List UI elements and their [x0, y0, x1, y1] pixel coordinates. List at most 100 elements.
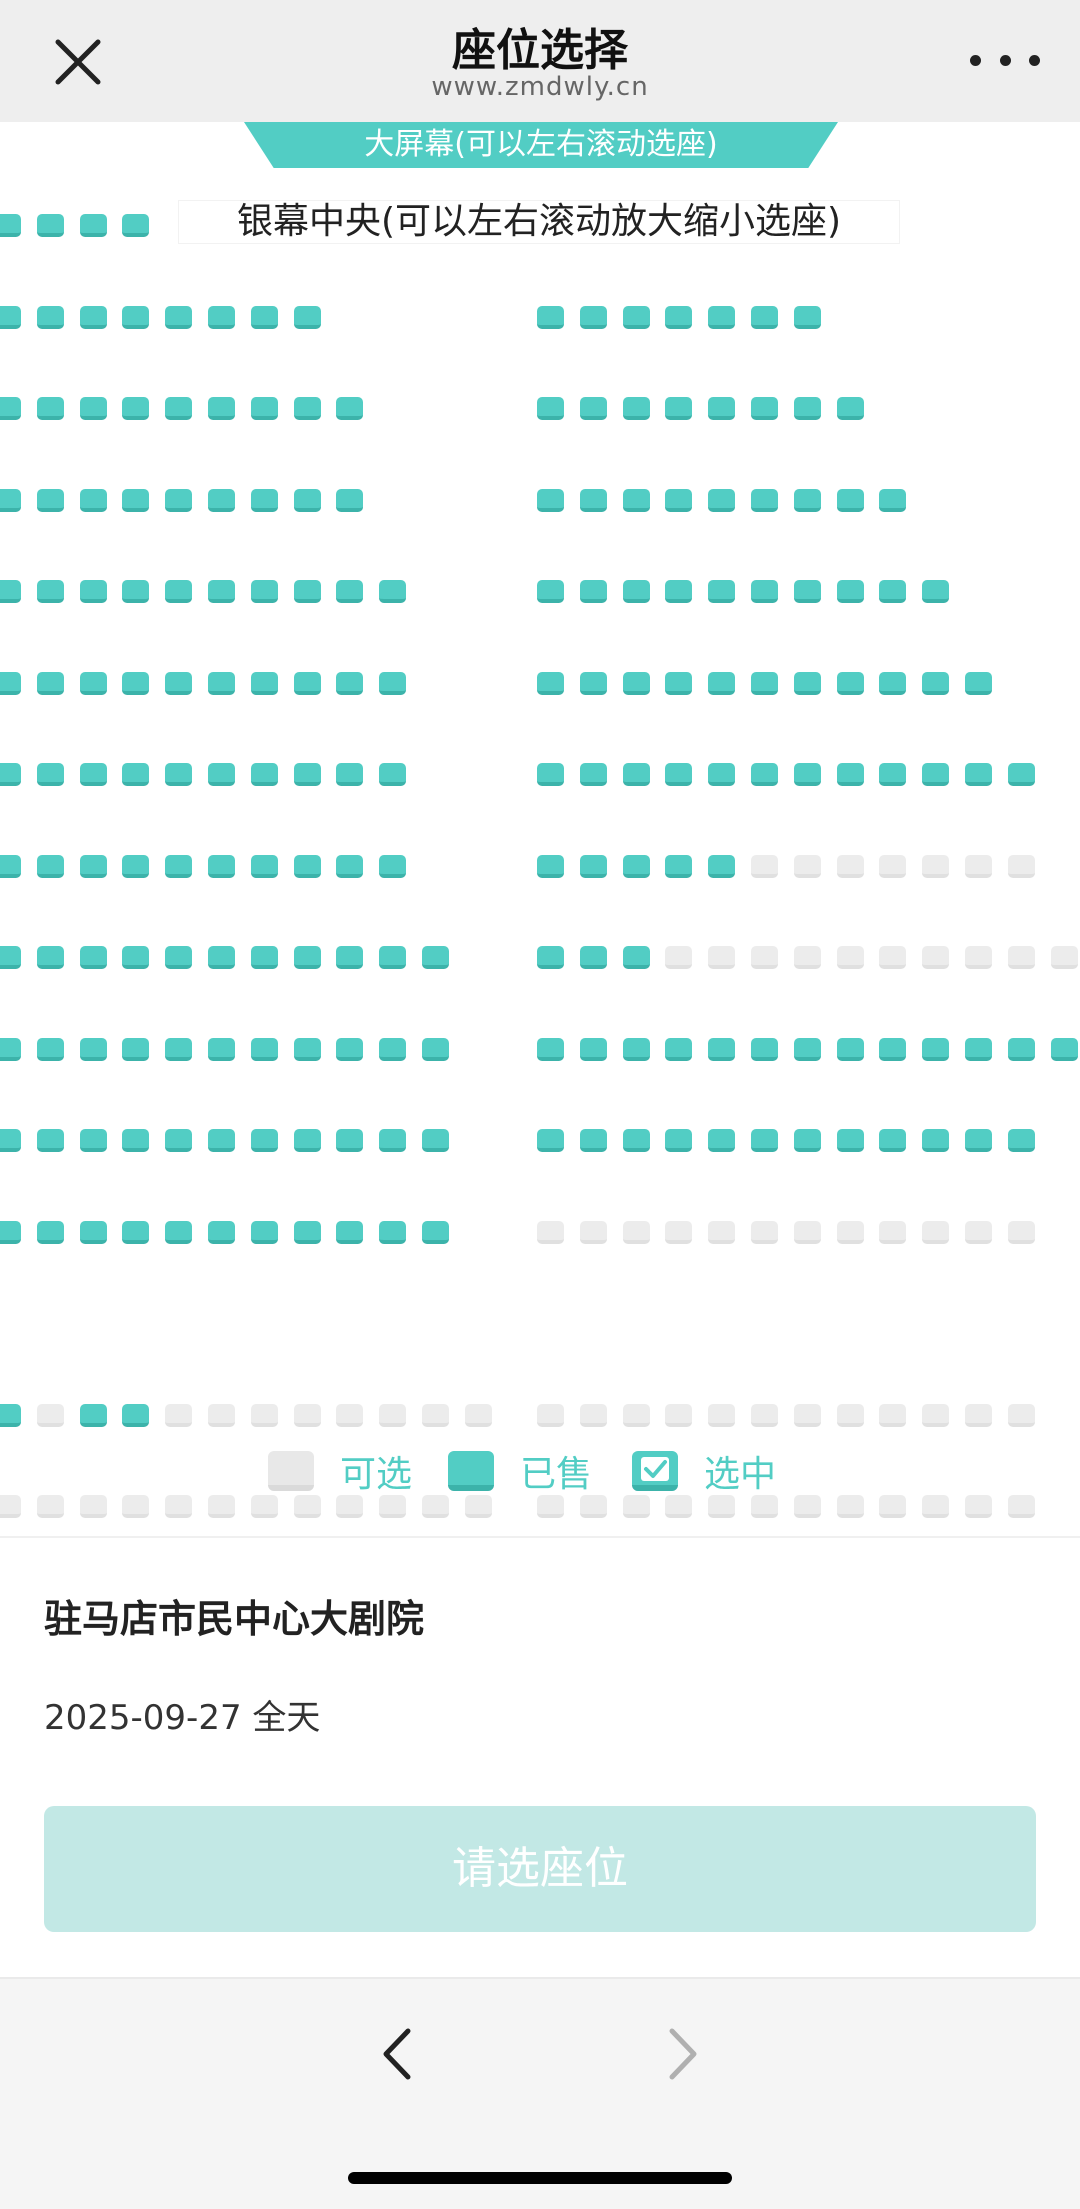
seat-available[interactable]: [622, 397, 650, 420]
seat-available[interactable]: [336, 1129, 364, 1152]
seat-available[interactable]: [751, 763, 778, 786]
seat-available[interactable]: [0, 1220, 21, 1244]
seat-available[interactable]: [336, 854, 364, 878]
seat-available[interactable]: [250, 854, 278, 878]
seat-available[interactable]: [208, 397, 235, 420]
seat-map[interactable]: [0, 122, 1080, 1532]
seat-available[interactable]: [579, 305, 607, 329]
seat-available[interactable]: [293, 397, 321, 420]
seat-available[interactable]: [336, 397, 364, 420]
seat-available[interactable]: [250, 671, 278, 695]
seat-available[interactable]: [579, 1129, 607, 1152]
seat-available[interactable]: [708, 1037, 736, 1061]
seat-available[interactable]: [293, 671, 321, 695]
seat-available[interactable]: [165, 397, 193, 420]
seat-available[interactable]: [793, 1129, 821, 1152]
seat-available[interactable]: [379, 580, 407, 603]
seat-available[interactable]: [79, 763, 107, 786]
seat-available[interactable]: [36, 854, 64, 878]
seat-available[interactable]: [708, 580, 736, 603]
seat-available[interactable]: [336, 763, 364, 786]
seat-available[interactable]: [793, 671, 821, 695]
select-seat-button[interactable]: 请选座位: [44, 1806, 1036, 1932]
seat-available[interactable]: [622, 763, 650, 786]
seat-available[interactable]: [208, 1037, 235, 1061]
seat-available[interactable]: [793, 1037, 821, 1061]
seat-available[interactable]: [293, 946, 321, 969]
seat-available[interactable]: [379, 1220, 407, 1244]
chevron-right-icon[interactable]: [650, 2019, 710, 2089]
seat-available[interactable]: [836, 1037, 864, 1061]
seat-available[interactable]: [122, 305, 150, 329]
seat-available[interactable]: [122, 580, 150, 603]
seat-available[interactable]: [293, 1129, 321, 1152]
seat-available[interactable]: [793, 763, 821, 786]
seat-available[interactable]: [793, 488, 821, 512]
seat-available[interactable]: [36, 671, 64, 695]
seat-available[interactable]: [1007, 1037, 1035, 1061]
seat-available[interactable]: [336, 580, 364, 603]
seat-available[interactable]: [708, 763, 736, 786]
seat-available[interactable]: [0, 763, 21, 786]
seat-available[interactable]: [165, 305, 193, 329]
seat-available[interactable]: [0, 946, 21, 969]
seat-available[interactable]: [922, 1129, 950, 1152]
seat-available[interactable]: [836, 488, 864, 512]
seat-available[interactable]: [165, 1220, 193, 1244]
seat-available[interactable]: [665, 1129, 693, 1152]
seat-available[interactable]: [293, 854, 321, 878]
seat-available[interactable]: [622, 854, 650, 878]
seat-available[interactable]: [922, 671, 950, 695]
seat-available[interactable]: [665, 580, 693, 603]
seat-available[interactable]: [0, 671, 21, 695]
seat-available[interactable]: [922, 1037, 950, 1061]
seat-available[interactable]: [537, 305, 564, 329]
seat-available[interactable]: [965, 1129, 992, 1152]
seat-available[interactable]: [922, 580, 950, 603]
seat-available[interactable]: [165, 580, 193, 603]
seat-available[interactable]: [36, 580, 64, 603]
seat-available[interactable]: [579, 397, 607, 420]
seat-available[interactable]: [0, 488, 21, 512]
seat-available[interactable]: [793, 305, 821, 329]
seat-available[interactable]: [165, 1037, 193, 1061]
seat-available[interactable]: [208, 305, 235, 329]
seat-available[interactable]: [879, 763, 907, 786]
seat-available[interactable]: [708, 488, 736, 512]
seat-available[interactable]: [879, 1037, 907, 1061]
seat-available[interactable]: [665, 671, 693, 695]
chevron-left-icon[interactable]: [370, 2019, 430, 2089]
seat-available[interactable]: [379, 1129, 407, 1152]
seat-available[interactable]: [208, 580, 235, 603]
seat-available[interactable]: [665, 1037, 693, 1061]
seat-available[interactable]: [79, 946, 107, 969]
seat-available[interactable]: [537, 1037, 564, 1061]
seat-available[interactable]: [250, 1129, 278, 1152]
seat-available[interactable]: [793, 397, 821, 420]
seat-available[interactable]: [0, 214, 21, 237]
seat-available[interactable]: [36, 946, 64, 969]
seat-available[interactable]: [250, 397, 278, 420]
seat-available[interactable]: [336, 1220, 364, 1244]
seat-available[interactable]: [336, 1037, 364, 1061]
seat-available[interactable]: [422, 1037, 449, 1061]
seat-available[interactable]: [751, 1037, 778, 1061]
seat-available[interactable]: [122, 671, 150, 695]
seat-available[interactable]: [379, 946, 407, 969]
seat-available[interactable]: [665, 305, 693, 329]
seat-available[interactable]: [336, 946, 364, 969]
seat-available[interactable]: [0, 854, 21, 878]
seat-available[interactable]: [250, 1220, 278, 1244]
seat-available[interactable]: [165, 854, 193, 878]
seat-available[interactable]: [36, 305, 64, 329]
seat-available[interactable]: [751, 305, 778, 329]
seat-available[interactable]: [708, 305, 736, 329]
seat-available[interactable]: [836, 1129, 864, 1152]
seat-available[interactable]: [379, 671, 407, 695]
seat-available[interactable]: [79, 580, 107, 603]
seat-available[interactable]: [165, 946, 193, 969]
seat-available[interactable]: [879, 580, 907, 603]
seat-available[interactable]: [36, 763, 64, 786]
seat-available[interactable]: [36, 1037, 64, 1061]
seat-available[interactable]: [622, 580, 650, 603]
